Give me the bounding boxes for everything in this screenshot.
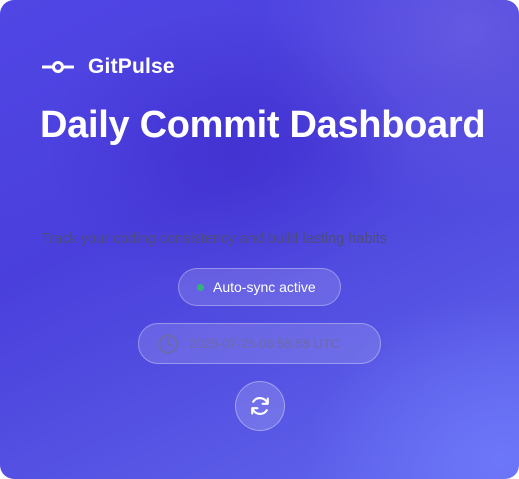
timestamp-text: 2025-07-25 06:58:58 UTC [189, 336, 341, 351]
dashboard-hero-card: GitPulse Daily Commit Dashboard Track yo… [0, 0, 519, 479]
status-dot [197, 283, 204, 291]
brand-name: GitPulse [88, 55, 175, 78]
git-commit-icon [42, 61, 74, 73]
sync-status-label: Auto-sync active [213, 279, 316, 295]
brand: GitPulse [42, 53, 175, 81]
last-sync-timestamp: 2025-07-25 06:58:58 UTC [138, 323, 381, 364]
refresh-icon [251, 397, 269, 415]
page-title: Daily Commit Dashboard [40, 104, 486, 146]
sync-status-badge: Auto-sync active [178, 268, 341, 306]
page-subtitle: Track your coding consistency and build … [41, 231, 388, 247]
refresh-button[interactable] [235, 381, 285, 431]
clock-icon [158, 333, 178, 354]
